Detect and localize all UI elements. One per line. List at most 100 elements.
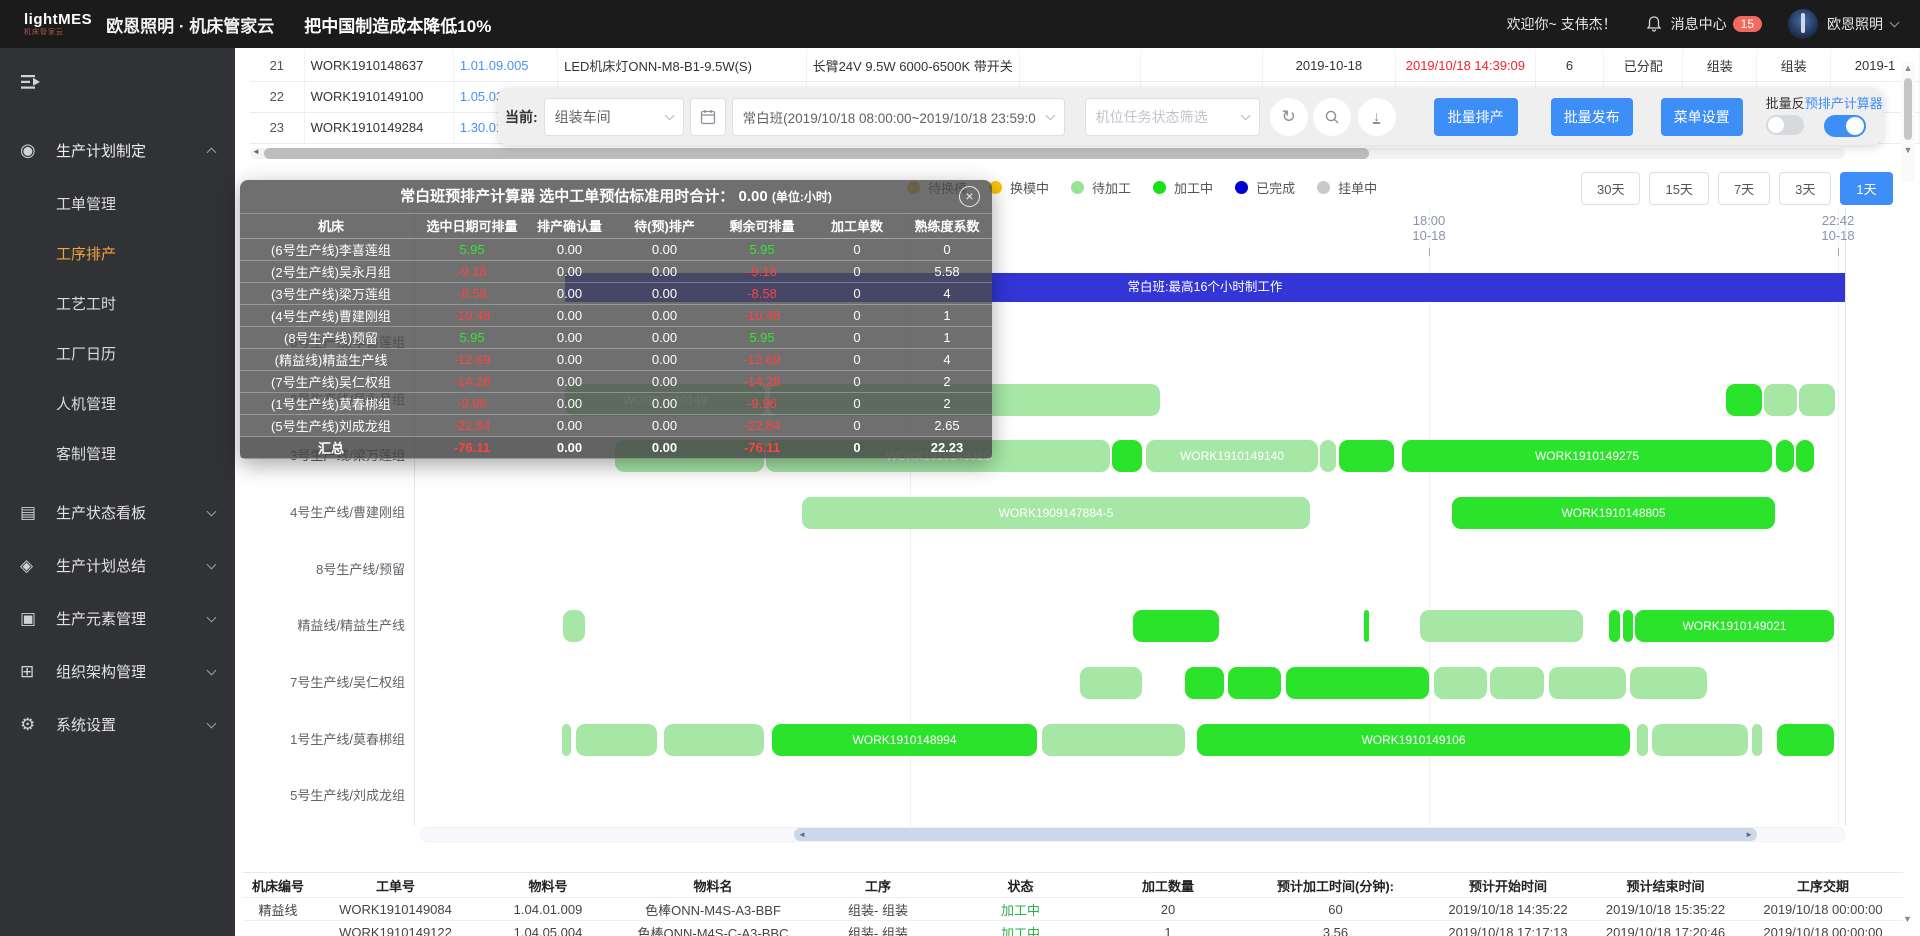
gantt-bar[interactable]	[1652, 724, 1748, 756]
sidebar-section[interactable]: ▤生产状态看板	[0, 486, 235, 539]
range-button[interactable]: 3天	[1779, 172, 1831, 205]
close-icon[interactable]: ×	[959, 186, 980, 207]
gantt-bar[interactable]	[1776, 440, 1794, 472]
gantt-bar[interactable]	[1764, 384, 1797, 416]
gantt-bar[interactable]: WORK1910149275	[1402, 440, 1772, 472]
calculator-row[interactable]: 汇总-76.110.000.00-76.11022.23	[240, 436, 992, 458]
gantt-bar[interactable]	[1112, 440, 1142, 472]
calculator-row[interactable]: (2号生产线)吴永月组-9.180.000.00-9.1805.58	[240, 260, 992, 282]
menu-settings-button[interactable]: 菜单设置	[1661, 98, 1743, 136]
bell-icon[interactable]	[1645, 15, 1663, 33]
gantt-bar[interactable]	[1726, 384, 1762, 416]
sidebar-item[interactable]: 工厂日历	[0, 330, 235, 380]
gantt-bar[interactable]	[1133, 610, 1219, 642]
table-row[interactable]: WORK19101491221.04.05.004色棒ONN-M4S-C-A3-…	[243, 921, 1903, 936]
gantt-bar[interactable]	[562, 724, 571, 756]
batch-schedule-button[interactable]: 批量排产	[1434, 98, 1518, 136]
gantt-bar[interactable]	[1420, 610, 1583, 642]
gantt-bar[interactable]	[1320, 440, 1336, 472]
scroll-down-icon[interactable]: ▼	[1901, 144, 1915, 156]
gantt-bar[interactable]	[563, 610, 585, 642]
table-hscrollbar[interactable]: ◄	[250, 148, 1845, 159]
gantt-bar[interactable]	[1080, 667, 1142, 699]
page-vscrollbar[interactable]: ▲ ▼	[1901, 62, 1915, 182]
gantt-bar[interactable]: WORK1910149140	[1146, 440, 1318, 472]
calculator-row[interactable]: (7号生产线)吴仁权组-14.280.000.00-14.2802	[240, 370, 992, 392]
range-button[interactable]: 7天	[1718, 172, 1770, 205]
refresh-button[interactable]: ↻	[1270, 98, 1308, 136]
scroll-up-icon[interactable]: ▲	[1901, 62, 1915, 74]
avatar[interactable]	[1788, 9, 1818, 39]
table-row[interactable]: 21WORK19101486371.01.09.005LED机床灯ONN-M8-…	[250, 50, 1920, 81]
gantt-bar[interactable]	[1623, 610, 1633, 642]
scrollbar-thumb[interactable]	[264, 148, 1369, 159]
task-status-filter-select[interactable]: 机位任务状态筛选	[1085, 98, 1260, 136]
range-button[interactable]: 1天	[1840, 172, 1892, 205]
pre-schedule-calculator-toggle[interactable]	[1824, 115, 1866, 137]
scroll-left-icon[interactable]: ◄	[252, 147, 260, 156]
gantt-bar[interactable]: WORK1910149021	[1635, 610, 1834, 642]
table-row[interactable]: 精益线WORK19101490841.04.01.009色棒ONN-M4S-A3…	[243, 898, 1903, 921]
gantt-bar[interactable]	[1490, 667, 1544, 699]
company-name[interactable]: 欧恩照明	[1827, 14, 1883, 34]
gantt-bar[interactable]	[1630, 667, 1707, 699]
range-button[interactable]: 15天	[1649, 172, 1708, 205]
batch-publish-button[interactable]: 批量发布	[1551, 98, 1633, 136]
sidebar-item[interactable]: 客制管理	[0, 430, 235, 480]
gantt-bar[interactable]	[1228, 667, 1281, 699]
gantt-bar[interactable]	[576, 724, 657, 756]
sidebar-item[interactable]: 人机管理	[0, 380, 235, 430]
scrollbar-thumb[interactable]	[1904, 78, 1912, 140]
sidebar-group-production-planning[interactable]: ◉ 生产计划制定	[0, 128, 235, 172]
calculator-row[interactable]: (8号生产线)预留5.950.000.005.9501	[240, 326, 992, 348]
gantt-bar[interactable]	[664, 724, 764, 756]
gantt-bar[interactable]	[1777, 724, 1834, 756]
range-button[interactable]: 30天	[1581, 172, 1640, 205]
column-header: 机床	[240, 214, 422, 238]
sidebar-item[interactable]: 工序排产	[0, 230, 235, 280]
app-logo[interactable]: lightMES 机床管家云	[24, 12, 92, 36]
scroll-right-icon[interactable]: ►	[1745, 828, 1753, 841]
gantt-bar[interactable]	[1752, 724, 1762, 756]
calculator-row[interactable]: (3号生产线)梁万莲组-8.580.000.00-8.5804	[240, 282, 992, 304]
batch-reverse-toggle[interactable]	[1766, 115, 1804, 135]
calculator-row[interactable]: (1号生产线)莫春梆组-9.960.000.00-9.9602	[240, 392, 992, 414]
gantt-bar[interactable]	[1364, 610, 1369, 642]
gantt-bar[interactable]: WORK1909147884-5	[802, 497, 1310, 529]
gantt-bar[interactable]	[1185, 667, 1224, 699]
gantt-scrollbar-thumb[interactable]: ◄ ►	[794, 828, 1757, 841]
gantt-bar[interactable]: WORK1910148994	[772, 724, 1037, 756]
gantt-bar[interactable]	[1609, 610, 1620, 642]
sidebar-item[interactable]: 工艺工时	[0, 280, 235, 330]
calculator-row[interactable]: (5号生产线)刘成龙组-22.840.000.00-22.8402.65	[240, 414, 992, 436]
search-button[interactable]	[1313, 98, 1351, 136]
sidebar-section[interactable]: ▣生产元素管理	[0, 592, 235, 645]
workshop-select[interactable]: 组装车间	[544, 98, 684, 136]
sidebar-collapse-icon[interactable]	[20, 72, 44, 97]
calculator-row[interactable]: (精益线)精益生产线-12.690.000.00-12.6904	[240, 348, 992, 370]
gantt-bar[interactable]: WORK1910149106	[1197, 724, 1630, 756]
sidebar-section[interactable]: ⚙系统设置	[0, 698, 235, 751]
gantt-bar[interactable]	[1637, 724, 1648, 756]
sidebar-item[interactable]: 工单管理	[0, 180, 235, 230]
calculator-row[interactable]: (6号生产线)李喜莲组5.950.000.005.9500	[240, 238, 992, 260]
gantt-bar[interactable]	[1286, 667, 1429, 699]
message-center-link[interactable]: 消息中心	[1671, 14, 1727, 34]
sidebar-section[interactable]: ◈生产计划总结	[0, 539, 235, 592]
shift-select[interactable]: 常白班(2019/10/18 08:00:00~2019/10/18 23:59…	[732, 98, 1065, 136]
calculator-row[interactable]: (4号生产线)曹建刚组-10.480.000.00-10.4801	[240, 304, 992, 326]
gantt-hscrollbar[interactable]: ◄ ►	[420, 827, 1845, 842]
gantt-bar[interactable]	[1799, 384, 1835, 416]
gantt-bar[interactable]	[1339, 440, 1394, 472]
scroll-down-icon[interactable]: ▼	[1903, 914, 1912, 924]
gantt-bar[interactable]	[1549, 667, 1626, 699]
chevron-down-icon[interactable]	[1890, 18, 1900, 28]
download-button[interactable]: ↓	[1358, 98, 1396, 136]
gantt-bar[interactable]: WORK1910148805	[1452, 497, 1775, 529]
sidebar-section[interactable]: ⊞组织架构管理	[0, 645, 235, 698]
gantt-bar[interactable]	[1796, 440, 1814, 472]
gantt-bar[interactable]	[1434, 667, 1487, 699]
calendar-button[interactable]	[690, 98, 726, 136]
scroll-left-icon[interactable]: ◄	[798, 828, 806, 841]
gantt-bar[interactable]	[1042, 724, 1185, 756]
